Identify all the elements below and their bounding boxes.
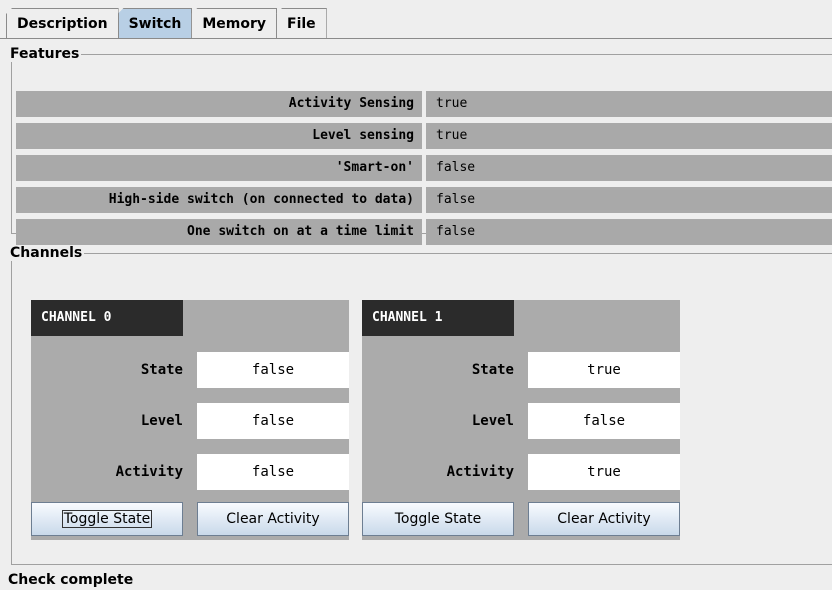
- channels-legend: Channels: [10, 245, 83, 261]
- state-label: State: [471, 362, 514, 378]
- toggle-state-label: Toggle State: [61, 510, 153, 528]
- state-value: true: [528, 352, 680, 388]
- features-legend: Features: [10, 46, 80, 62]
- activity-label: Activity: [115, 464, 183, 480]
- feature-value: true: [426, 123, 832, 149]
- tab-memory[interactable]: Memory: [191, 8, 278, 38]
- feature-row: Activity Sensing true: [16, 91, 832, 117]
- clear-activity-label: Clear Activity: [226, 511, 320, 527]
- features-panel: Features Activity Sensing true Level sen…: [10, 46, 832, 245]
- feature-value: false: [426, 187, 832, 213]
- clear-activity-label: Clear Activity: [557, 511, 651, 527]
- feature-key: One switch on at a time limit: [16, 219, 422, 245]
- toggle-state-button[interactable]: Toggle State: [362, 502, 514, 536]
- channel-title: CHANNEL 1: [362, 300, 514, 336]
- state-value: false: [197, 352, 349, 388]
- tab-switch[interactable]: Switch: [117, 8, 193, 38]
- channel-1-panel: CHANNEL 1 State true Level false Activit…: [362, 300, 680, 540]
- tab-divider: [0, 38, 832, 39]
- feature-row: High-side switch (on connected to data) …: [16, 187, 832, 213]
- activity-label: Activity: [446, 464, 514, 480]
- toggle-state-label: Toggle State: [394, 511, 482, 527]
- status-bar-text: Check complete: [8, 572, 134, 588]
- feature-key: Activity Sensing: [16, 91, 422, 117]
- feature-row: 'Smart-on' false: [16, 155, 832, 181]
- feature-row: One switch on at a time limit false: [16, 219, 832, 245]
- activity-value: true: [528, 454, 680, 490]
- channel-title: CHANNEL 0: [31, 300, 183, 336]
- clear-activity-button[interactable]: Clear Activity: [197, 502, 349, 536]
- channels-panel: Channels CHANNEL 0 State false Level fal…: [10, 245, 832, 565]
- feature-value: false: [426, 155, 832, 181]
- level-value: false: [528, 403, 680, 439]
- feature-value: true: [426, 91, 832, 117]
- state-label: State: [140, 362, 183, 378]
- activity-value: false: [197, 454, 349, 490]
- channel-0-panel: CHANNEL 0 State false Level false Activi…: [31, 300, 349, 540]
- tab-description[interactable]: Description: [6, 8, 119, 38]
- tab-bar: Description Switch Memory File: [6, 8, 327, 39]
- feature-key: High-side switch (on connected to data): [16, 187, 422, 213]
- feature-row: Level sensing true: [16, 123, 832, 149]
- clear-activity-button[interactable]: Clear Activity: [528, 502, 680, 536]
- feature-key: 'Smart-on': [16, 155, 422, 181]
- toggle-state-button[interactable]: Toggle State: [31, 502, 183, 536]
- feature-value: false: [426, 219, 832, 245]
- level-label: Level: [471, 413, 514, 429]
- level-value: false: [197, 403, 349, 439]
- tab-file[interactable]: File: [276, 8, 327, 38]
- level-label: Level: [140, 413, 183, 429]
- feature-key: Level sensing: [16, 123, 422, 149]
